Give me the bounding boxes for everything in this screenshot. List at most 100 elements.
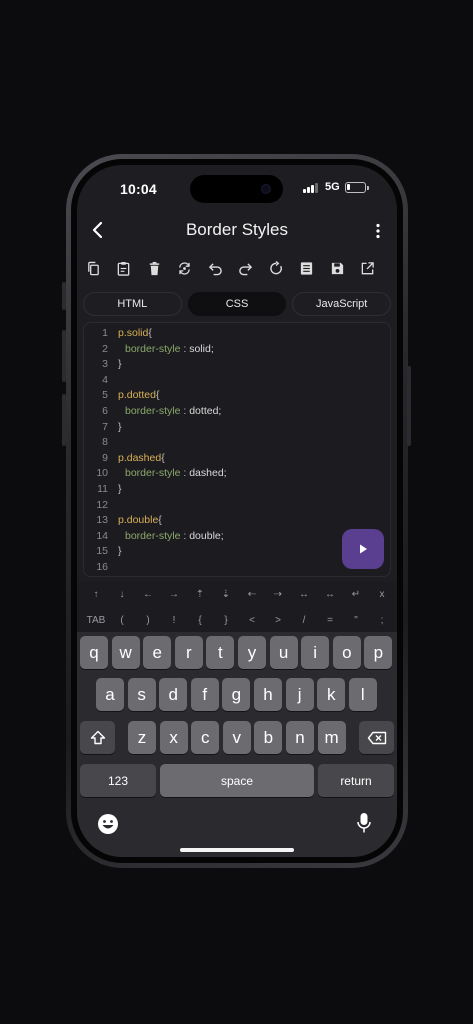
code-text: p.double{ [118, 513, 162, 528]
key-c[interactable]: c [191, 721, 220, 754]
symbol-key-tab[interactable]: TAB [83, 608, 109, 632]
symbol-key-enter[interactable]: ↵ [343, 582, 369, 606]
key-u[interactable]: u [269, 636, 298, 669]
numbers-key[interactable]: 123 [80, 764, 156, 797]
key-w[interactable]: w [111, 636, 140, 669]
symbol-key-quote[interactable]: " [343, 608, 369, 632]
key-q[interactable]: q [80, 636, 108, 669]
paste-button[interactable] [109, 252, 140, 284]
symbol-key-arrow-up[interactable]: ↑ [83, 582, 109, 606]
css-property: border-style [125, 467, 181, 480]
back-icon[interactable] [90, 220, 106, 240]
symbol-key-paren-open[interactable]: ( [109, 608, 135, 632]
delete-button[interactable] [139, 252, 170, 284]
key-b[interactable]: b [254, 721, 283, 754]
paste-icon [117, 261, 130, 276]
symbol-key-arrow-left[interactable]: ← [135, 582, 161, 606]
code-text: } [118, 544, 122, 559]
symbol-key-end[interactable]: ⇢ [265, 582, 291, 606]
symbol-key-exclamation[interactable]: ! [161, 608, 187, 632]
symbol-key-less-than[interactable]: < [239, 608, 265, 632]
key-t[interactable]: t [206, 636, 235, 669]
symbol-key-brace-open[interactable]: { [187, 608, 213, 632]
symbol-key-semicolon[interactable]: ; [369, 608, 395, 632]
format-button[interactable] [292, 252, 323, 284]
symbol-key-select-line[interactable]: ↔ [317, 582, 343, 606]
key-j[interactable]: j [285, 678, 314, 711]
line-number: 9 [102, 451, 108, 464]
symbol-key-brace-close[interactable]: } [213, 608, 239, 632]
key-g[interactable]: g [222, 678, 251, 711]
css-property: border-style [125, 529, 181, 542]
key-o[interactable]: o [332, 636, 361, 669]
key-l[interactable]: l [348, 678, 377, 711]
symbol-key-arrow-down[interactable]: ↓ [109, 582, 135, 606]
css-separator: : [180, 467, 190, 480]
symbol-key-equals[interactable]: = [317, 608, 343, 632]
tab-html[interactable]: HTML [83, 292, 182, 316]
play-icon [360, 544, 367, 554]
reset-button[interactable] [261, 252, 292, 284]
key-y[interactable]: y [238, 636, 266, 669]
emoji-icon[interactable] [97, 813, 119, 835]
code-line: 11} [84, 482, 390, 497]
open-external-button[interactable] [353, 252, 384, 284]
key-p[interactable]: p [364, 636, 393, 669]
line-number: 14 [96, 529, 108, 542]
save-button[interactable] [322, 252, 353, 284]
dynamic-island [190, 175, 283, 203]
replace-button[interactable] [170, 252, 201, 284]
css-separator: : [180, 405, 190, 417]
run-button[interactable] [342, 529, 384, 569]
code-line: 2 border-style : solid; [84, 342, 390, 357]
tab-css[interactable]: CSS [187, 292, 287, 316]
symbol-key-page-up[interactable]: ⇡ [187, 582, 213, 606]
code-line: 10 border-style : dashed; [84, 466, 390, 481]
tab-javascript[interactable]: JavaScript [292, 292, 392, 316]
key-h[interactable]: h [254, 678, 282, 711]
microphone-icon[interactable] [356, 812, 372, 834]
key-d[interactable]: d [159, 678, 188, 711]
copy-button[interactable] [78, 252, 109, 284]
backspace-icon [367, 731, 386, 744]
open-external-icon [361, 261, 375, 274]
editor-toolbar [78, 252, 396, 284]
home-indicator [180, 848, 294, 852]
line-number: 6 [102, 405, 108, 417]
key-a[interactable]: a [96, 678, 124, 711]
key-x[interactable]: x [159, 721, 188, 754]
more-options-icon[interactable] [372, 222, 384, 240]
symbol-key-paren-close[interactable]: ) [135, 608, 161, 632]
code-line: 8 [84, 435, 390, 450]
key-z[interactable]: z [128, 721, 156, 754]
key-r[interactable]: r [174, 636, 203, 669]
redo-button[interactable] [231, 252, 262, 284]
key-n[interactable]: n [286, 721, 314, 754]
css-value: dashed; [189, 467, 227, 480]
key-v[interactable]: v [222, 721, 251, 754]
undo-button[interactable] [200, 252, 231, 284]
key-m[interactable]: m [317, 721, 346, 754]
key-e[interactable]: e [143, 636, 172, 669]
symbol-key-greater-than[interactable]: > [265, 608, 291, 632]
space-key[interactable]: space [160, 764, 314, 797]
key-i[interactable]: i [301, 636, 330, 669]
backspace-key[interactable] [359, 721, 394, 754]
return-key[interactable]: return [318, 764, 394, 797]
symbol-key-home[interactable]: ⇠ [239, 582, 265, 606]
symbol-key-arrow-right[interactable]: → [161, 582, 187, 606]
symbol-key-close[interactable]: x [369, 582, 395, 606]
key-s[interactable]: s [127, 678, 156, 711]
shift-key[interactable] [80, 721, 115, 754]
line-number: 4 [102, 373, 108, 386]
symbol-key-slash[interactable]: / [291, 608, 317, 632]
key-f[interactable]: f [190, 678, 219, 711]
language-tabs: HTML CSS JavaScript [83, 292, 392, 316]
undo-icon [208, 262, 222, 275]
symbol-key-select-word[interactable]: ↔ [291, 582, 317, 606]
key-k[interactable]: k [317, 678, 346, 711]
symbol-row-arrows: ↑ ↓ ← → ⇡ ⇣ ⇠ ⇢ ↔ ↔ ↵ x [77, 582, 397, 606]
screen: 10:04 5G Border Styles HTML CSS JavaScri… [77, 165, 397, 857]
code-text: } [118, 357, 122, 372]
symbol-key-page-down[interactable]: ⇣ [213, 582, 239, 606]
